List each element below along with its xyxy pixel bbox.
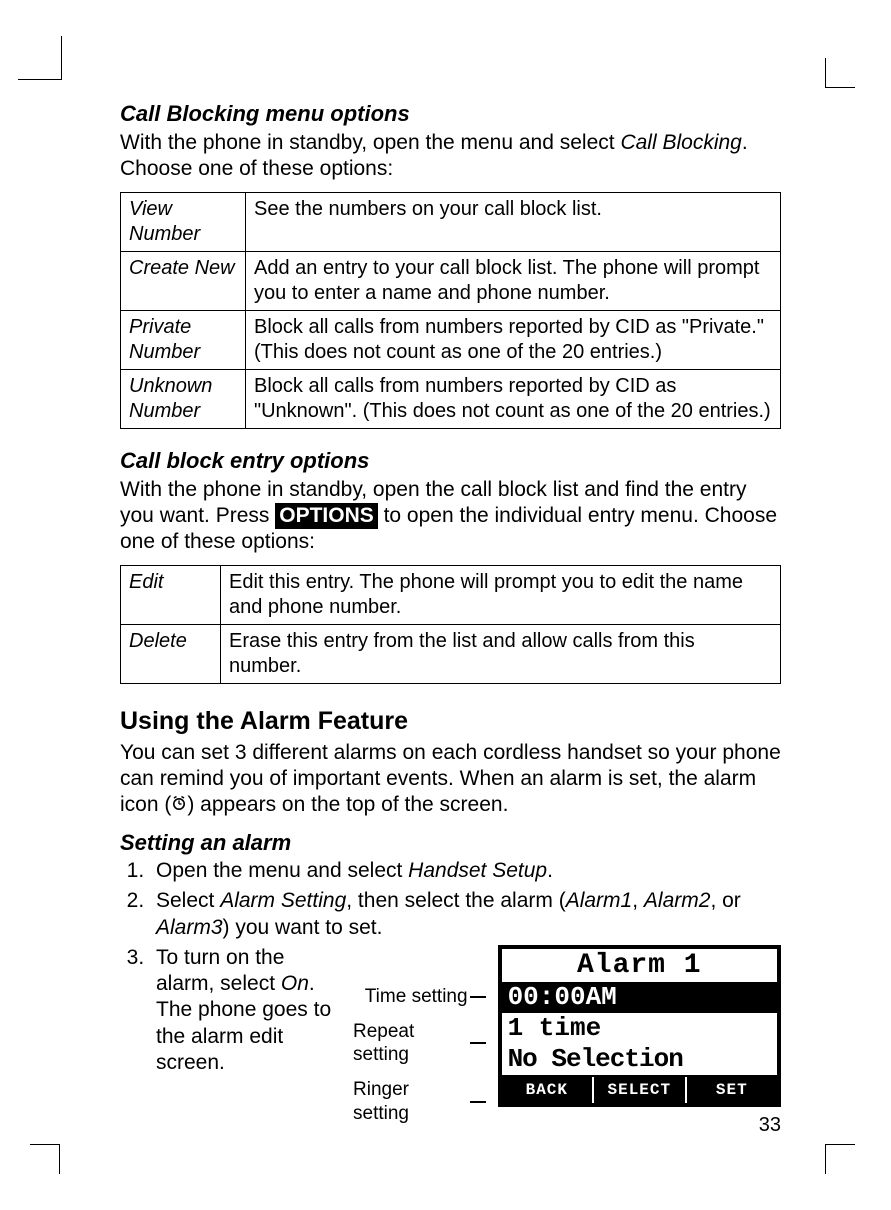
text: , then select the alarm ( [346,889,565,912]
callout-time-setting: Time setting [365,985,468,1009]
option-label: Private Number [121,311,246,370]
heading-alarm-feature: Using the Alarm Feature [120,706,781,737]
callout-repeat-setting: Repeat setting [353,1020,468,1068]
manual-page: Call Blocking menu options With the phon… [0,0,891,1210]
option-label: Unknown Number [121,370,246,429]
text: . [547,859,553,882]
call-blocking-options-table: View Number See the numbers on your call… [120,192,781,429]
table-row: Delete Erase this entry from the list an… [121,625,781,684]
entry-options-table: Edit Edit this entry. The phone will pro… [120,565,781,684]
table-row: Edit Edit this entry. The phone will pro… [121,566,781,625]
text: With the phone in standby, open the menu… [120,131,620,154]
table-row: Private Number Block all calls from numb… [121,311,781,370]
connector-line [470,1101,486,1103]
option-desc: Erase this entry from the list and allow… [221,625,781,684]
crop-mark [18,36,62,80]
crop-mark [825,58,855,88]
lcd-softkeys: BACK SELECT SET [502,1075,777,1103]
paragraph: With the phone in standby, open the menu… [120,130,781,183]
connector-line [470,996,486,998]
text: ) you want to set. [223,916,383,939]
text: , or [710,889,740,912]
options-button-label: OPTIONS [275,503,378,529]
lcd-callout-labels: Time setting Repeat setting Ringer setti… [353,945,486,1126]
option-desc: Block all calls from numbers reported by… [246,370,781,429]
softkey-set: SET [687,1077,777,1103]
page-number: 33 [759,1113,781,1138]
connector-line [470,1042,485,1044]
heading-call-blocking-menu: Call Blocking menu options [120,100,781,128]
text: Select [156,889,220,912]
softkey-select: SELECT [594,1077,686,1103]
step-1: Open the menu and select Handset Setup. [150,858,781,884]
paragraph: With the phone in standby, open the call… [120,477,781,556]
lcd-time-row: 00:00AM [502,982,777,1013]
text: , [632,889,644,912]
crop-mark [825,1144,855,1174]
crop-mark [30,1144,60,1174]
alarm-icon [171,792,187,818]
menu-name: On [281,972,309,995]
text: Open the menu and select [156,859,408,882]
lcd-screen: Alarm 1 00:00AM 1 time No Selection BACK… [498,945,781,1107]
softkey-back: BACK [502,1077,594,1103]
menu-name: Alarm Setting [220,889,346,912]
menu-name: Alarm1 [566,889,633,912]
option-label: Delete [121,625,221,684]
callout-ringer-setting: Ringer setting [353,1078,468,1126]
lcd-repeat-row: 1 time [502,1013,777,1044]
table-row: Unknown Number Block all calls from numb… [121,370,781,429]
option-desc: Edit this entry. The phone will prompt y… [221,566,781,625]
menu-name: Alarm2 [644,889,711,912]
heading-call-block-entry: Call block entry options [120,447,781,475]
paragraph: You can set 3 different alarms on each c… [120,740,781,819]
menu-name: Handset Setup [408,859,547,882]
text: ) appears on the top of the screen. [187,793,508,816]
option-desc: Block all calls from numbers reported by… [246,311,781,370]
table-row: Create New Add an entry to your call blo… [121,252,781,311]
option-label: Edit [121,566,221,625]
step-2: Select Alarm Setting, then select the al… [150,888,781,941]
option-label: View Number [121,193,246,252]
lcd-title: Alarm 1 [502,949,777,982]
option-desc: Add an entry to your call block list. Th… [246,252,781,311]
option-desc: See the numbers on your call block list. [246,193,781,252]
menu-name: Alarm3 [156,916,223,939]
menu-name: Call Blocking [620,131,741,154]
option-label: Create New [121,252,246,311]
step-3: To turn on the alarm, select On. The pho… [150,945,781,1126]
heading-setting-alarm: Setting an alarm [120,829,781,857]
steps-list: Open the menu and select Handset Setup. … [120,858,781,1126]
lcd-ringer-row: No Selection [502,1044,777,1075]
table-row: View Number See the numbers on your call… [121,193,781,252]
text: To turn on the alarm, select [156,946,284,995]
